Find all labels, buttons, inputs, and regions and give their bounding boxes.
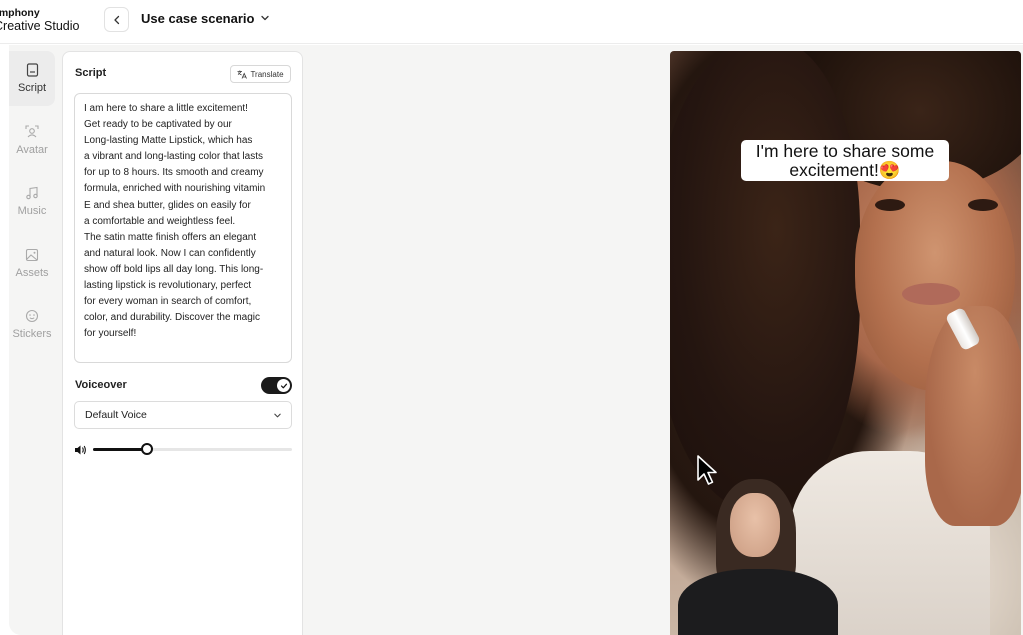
- avatar-body: [678, 569, 838, 635]
- voiceover-label: Voiceover: [75, 379, 127, 391]
- sidebar-item-label: Music: [17, 205, 47, 217]
- app-brand: ymphony Creative Studio: [0, 7, 92, 33]
- sidebar-item-assets[interactable]: Assets: [9, 236, 55, 291]
- voice-select-value: Default Voice: [85, 409, 147, 421]
- sidebar-item-label: Stickers: [12, 328, 52, 340]
- sidebar-item-avatar[interactable]: Avatar: [9, 113, 55, 168]
- chevron-down-icon: [261, 15, 269, 21]
- sidebar-item-script[interactable]: Script: [9, 51, 55, 106]
- script-panel: Script Translate I am here to share a li…: [62, 51, 303, 635]
- preview-eye: [875, 199, 905, 211]
- mouse-cursor-icon: [697, 455, 717, 485]
- avatar-icon: [25, 125, 39, 138]
- preview-eye: [968, 199, 998, 211]
- sidebar-item-music[interactable]: Music: [9, 174, 55, 229]
- top-bar: ymphony Creative Studio Use case scenari…: [0, 0, 1023, 44]
- chevron-left-icon: [113, 15, 119, 24]
- translate-icon: [237, 70, 248, 79]
- music-icon: [26, 186, 38, 200]
- sticker-icon: [25, 309, 39, 323]
- translate-button[interactable]: Translate: [230, 65, 291, 83]
- script-icon: [26, 63, 38, 77]
- project-title[interactable]: Use case scenario: [141, 11, 254, 26]
- sidebar-item-label: Script: [17, 82, 47, 94]
- preview-lips: [902, 283, 960, 305]
- chevron-down-icon: [274, 413, 281, 418]
- check-icon: [280, 383, 287, 388]
- volume-icon[interactable]: [74, 444, 87, 456]
- toggle-knob: [277, 379, 290, 392]
- panel-title: Script: [75, 67, 107, 79]
- image-icon: [25, 248, 39, 262]
- video-caption: I'm here to share some excitement!😍: [741, 140, 949, 181]
- preview-hair-side: [670, 51, 860, 511]
- translate-label: Translate: [250, 69, 284, 79]
- sidebar-item-label: Assets: [15, 267, 49, 279]
- video-preview[interactable]: I'm here to share some excitement!😍: [670, 51, 1021, 635]
- presenter-avatar[interactable]: [678, 479, 838, 635]
- brand-subtitle: Creative Studio: [0, 19, 80, 33]
- volume-slider-fill: [93, 448, 147, 451]
- voiceover-toggle[interactable]: [261, 377, 292, 394]
- title-dropdown-button[interactable]: [259, 12, 271, 24]
- back-button[interactable]: [104, 7, 129, 32]
- sidebar-item-stickers[interactable]: Stickers: [9, 297, 55, 352]
- volume-slider[interactable]: [93, 443, 292, 455]
- sidebar-item-label: Avatar: [16, 144, 48, 156]
- voice-select[interactable]: Default Voice: [74, 401, 292, 429]
- script-textarea[interactable]: I am here to share a little excitement! …: [74, 93, 292, 363]
- avatar-face: [730, 493, 780, 557]
- volume-slider-thumb[interactable]: [140, 443, 153, 455]
